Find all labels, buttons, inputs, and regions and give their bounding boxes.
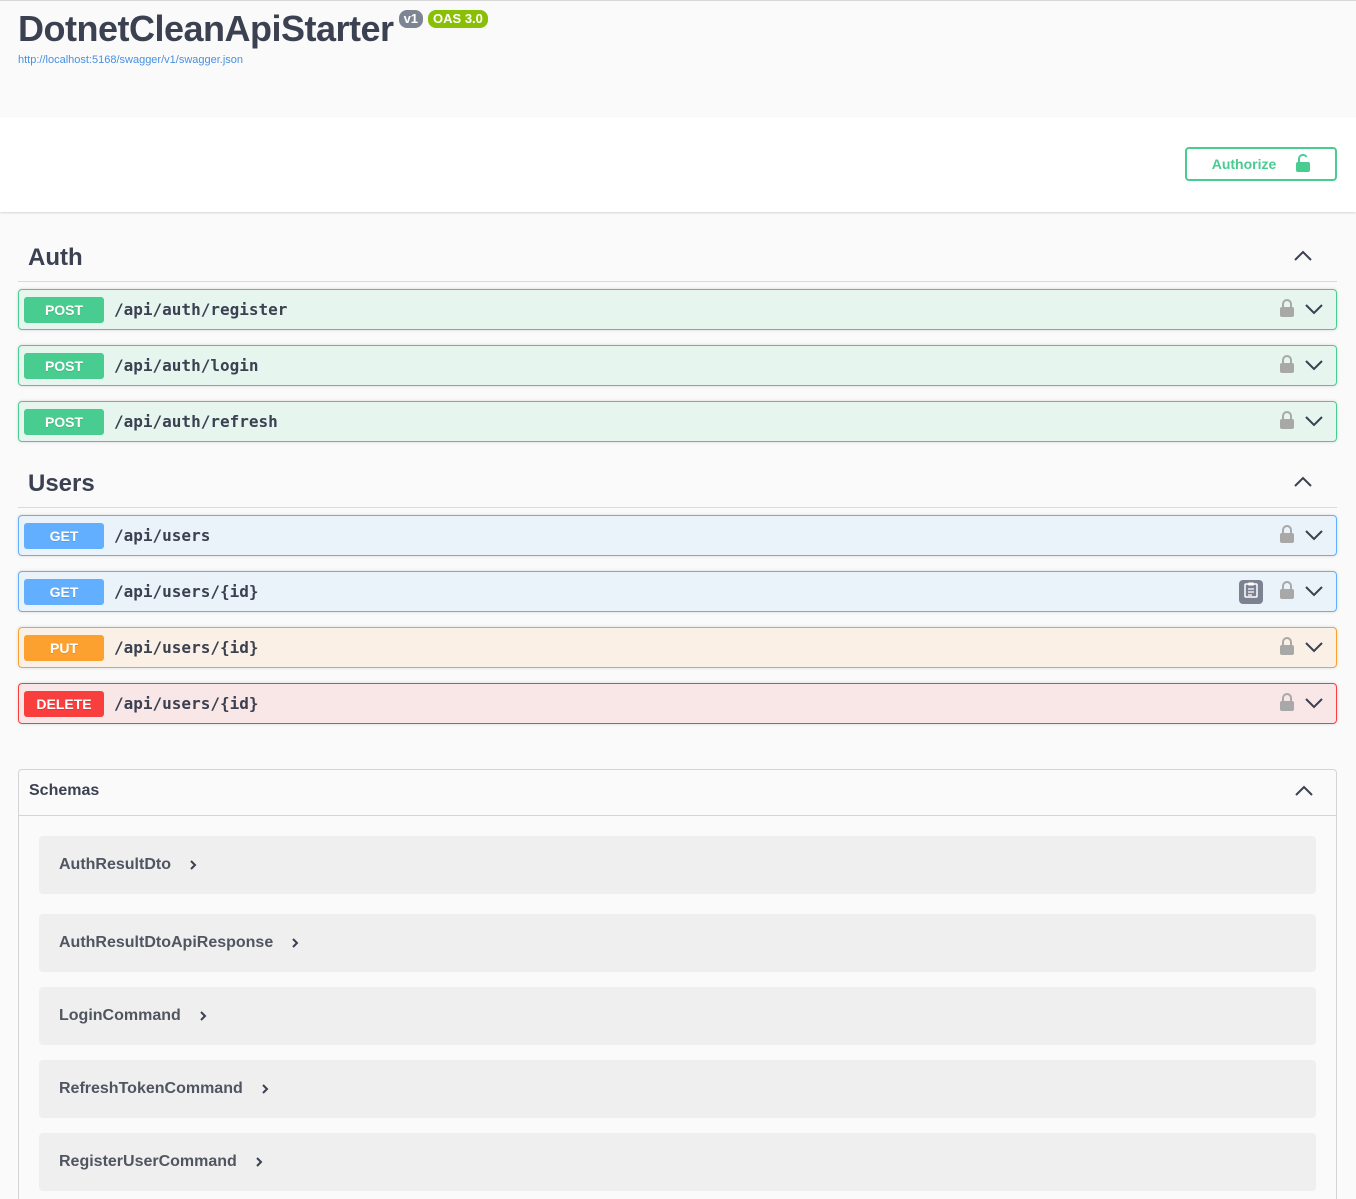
- version-badge: v1: [398, 10, 424, 28]
- lock-icon[interactable]: [1280, 637, 1294, 660]
- model-name: AuthResultDtoApiResponse: [59, 934, 274, 951]
- chevron-down-icon[interactable]: [1304, 358, 1324, 376]
- lock-icon[interactable]: [1280, 693, 1294, 716]
- method-badge: POST: [24, 296, 104, 323]
- chevron-right-icon[interactable]: [189, 859, 197, 871]
- clipboard-icon: [1244, 582, 1258, 603]
- operation-path: /api/users/{id}: [114, 582, 259, 601]
- method-badge: PUT: [24, 634, 104, 661]
- chevron-up-icon[interactable]: [1293, 475, 1313, 493]
- model-register-user-command[interactable]: RegisterUserCommand: [39, 1133, 1316, 1191]
- schemas-section: Schemas AuthResultDto AuthResultDtoApiRe…: [18, 769, 1337, 1199]
- operation-icons: [1280, 355, 1324, 378]
- lock-icon[interactable]: [1280, 581, 1294, 604]
- operation-post-refresh[interactable]: POST /api/auth/refresh: [18, 401, 1337, 442]
- operation-icons: [1280, 693, 1324, 716]
- chevron-down-icon[interactable]: [1304, 640, 1324, 658]
- chevron-down-icon[interactable]: [1304, 584, 1324, 602]
- chevron-up-icon[interactable]: [1293, 249, 1313, 267]
- api-title: DotnetCleanApiStarter: [18, 8, 394, 49]
- tag-title: Auth: [28, 244, 83, 271]
- tag-users[interactable]: Users: [18, 460, 1337, 508]
- operation-icons: [1280, 637, 1324, 660]
- tag-title: Users: [28, 470, 95, 497]
- authorize-button[interactable]: Authorize: [1185, 147, 1337, 181]
- model-auth-result-dto[interactable]: AuthResultDto: [39, 836, 1316, 894]
- model-name: AuthResultDto: [59, 856, 171, 873]
- model-refresh-token-command[interactable]: RefreshTokenCommand: [39, 1060, 1316, 1118]
- operation-path: /api/users: [114, 526, 211, 545]
- lock-icon[interactable]: [1280, 299, 1294, 322]
- spec-url-link[interactable]: http://localhost:5168/swagger/v1/swagger…: [18, 54, 243, 66]
- scheme-container: Authorize: [0, 117, 1356, 212]
- operation-icons: [1280, 411, 1324, 434]
- copy-to-clipboard-button[interactable]: [1239, 580, 1263, 604]
- model-login-command[interactable]: LoginCommand: [39, 987, 1316, 1045]
- operation-path: /api/auth/login: [114, 356, 259, 375]
- info-header: DotnetCleanApiStarter v1 OAS 3.0 http://…: [0, 0, 1356, 117]
- method-badge: POST: [24, 408, 104, 435]
- chevron-down-icon[interactable]: [1304, 302, 1324, 320]
- chevron-down-icon[interactable]: [1304, 696, 1324, 714]
- lock-icon[interactable]: [1280, 525, 1294, 548]
- operation-path: /api/auth/register: [114, 300, 288, 319]
- model-name: RegisterUserCommand: [59, 1153, 237, 1170]
- method-badge: GET: [24, 522, 104, 549]
- oas-badge: OAS 3.0: [428, 10, 488, 28]
- chevron-up-icon[interactable]: [1294, 784, 1314, 802]
- tag-auth[interactable]: Auth: [18, 234, 1337, 282]
- chevron-right-icon[interactable]: [291, 937, 299, 949]
- schemas-title: Schemas: [29, 782, 100, 799]
- lock-icon[interactable]: [1280, 355, 1294, 378]
- chevron-right-icon[interactable]: [199, 1010, 207, 1022]
- chevron-right-icon[interactable]: [261, 1083, 269, 1095]
- operation-icons: [1280, 525, 1324, 548]
- method-badge: GET: [24, 578, 104, 605]
- operation-post-login[interactable]: POST /api/auth/login: [18, 345, 1337, 386]
- operation-path: /api/users/{id}: [114, 694, 259, 713]
- operation-get-user-by-id[interactable]: GET /api/users/{id}: [18, 571, 1337, 612]
- operation-icons: [1280, 299, 1324, 322]
- unlock-icon: [1296, 153, 1311, 175]
- operation-get-users[interactable]: GET /api/users: [18, 515, 1337, 556]
- method-badge: DELETE: [24, 690, 104, 717]
- lock-icon[interactable]: [1280, 411, 1294, 434]
- operation-put-user[interactable]: PUT /api/users/{id}: [18, 627, 1337, 668]
- authorize-label: Authorize: [1211, 156, 1277, 172]
- model-auth-result-dto-api-response[interactable]: AuthResultDtoApiResponse: [39, 914, 1316, 972]
- model-name: LoginCommand: [59, 1007, 181, 1024]
- chevron-down-icon[interactable]: [1304, 528, 1324, 546]
- model-name: RefreshTokenCommand: [59, 1080, 243, 1097]
- operation-icons: [1280, 581, 1324, 604]
- operation-post-register[interactable]: POST /api/auth/register: [18, 289, 1337, 330]
- method-badge: POST: [24, 352, 104, 379]
- chevron-right-icon[interactable]: [255, 1156, 263, 1168]
- operation-path: /api/users/{id}: [114, 638, 259, 657]
- schemas-header[interactable]: Schemas: [19, 770, 1336, 816]
- operation-path: /api/auth/refresh: [114, 412, 278, 431]
- operation-delete-user[interactable]: DELETE /api/users/{id}: [18, 683, 1337, 724]
- title-row: DotnetCleanApiStarter v1 OAS 3.0: [18, 9, 488, 49]
- chevron-down-icon[interactable]: [1304, 414, 1324, 432]
